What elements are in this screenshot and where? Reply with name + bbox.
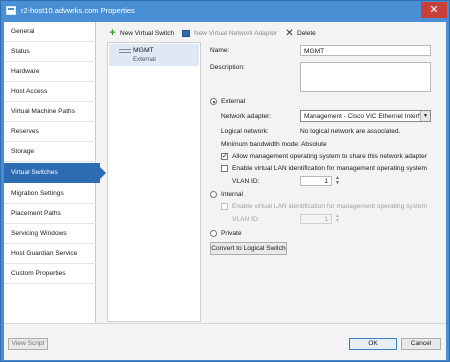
chevron-down-icon: ▼: [420, 111, 430, 121]
navigation-pane: General Status Hardware Host Access Virt…: [4, 22, 106, 323]
title-bar[interactable]: r2-host10.advwrks.com Properties ✕: [1, 1, 449, 21]
ok-button[interactable]: OK: [349, 338, 397, 350]
plus-icon: +: [109, 27, 116, 39]
nav-item-general[interactable]: General: [4, 22, 96, 42]
dialog-footer: View Script OK Cancel: [4, 323, 446, 360]
enable-vlan-label: Enable virtual LAN identification for ma…: [232, 165, 427, 172]
nav-item-custom-properties[interactable]: Custom Properties: [4, 264, 96, 284]
description-field[interactable]: [300, 62, 431, 92]
nav-item-host-access[interactable]: Host Access: [4, 82, 96, 102]
network-adapter-label: Network adapter:: [221, 113, 272, 120]
internal-vlan-id-spinner[interactable]: ▲ ▼: [335, 214, 340, 224]
virtual-switch-list: MGMT External: [107, 42, 201, 322]
network-adapter-dropdown[interactable]: Management - Cisco VIC Ethernet Interfa …: [300, 110, 431, 122]
vlan-id-spinner[interactable]: ▲ ▼: [335, 176, 340, 186]
internal-vlan-id-label: VLAN ID:: [232, 216, 260, 223]
internal-label: Internal: [221, 191, 243, 198]
internal-enable-vlan-label: Enable virtual LAN identification for ma…: [232, 203, 427, 210]
switch-list-item[interactable]: MGMT External: [109, 44, 199, 66]
cancel-button[interactable]: Cancel: [401, 338, 441, 350]
name-label: Name:: [210, 47, 230, 54]
nav-item-reserves[interactable]: Reserves: [4, 122, 96, 142]
internal-radio[interactable]: [210, 191, 217, 198]
logical-network-label: Logical network:: [221, 128, 269, 135]
nav-item-servicing-windows[interactable]: Servicing Windows: [4, 224, 96, 244]
logical-network-value: No logical network are associated.: [300, 128, 401, 135]
window-title: r2-host10.advwrks.com Properties: [21, 6, 135, 15]
vlan-id-label: VLAN ID:: [232, 178, 260, 185]
switch-properties-panel: Name: MGMT Description: External Network…: [201, 42, 443, 322]
nav-item-storage[interactable]: Storage: [4, 142, 96, 162]
private-label: Private: [221, 230, 242, 237]
description-label: Description:: [210, 64, 245, 71]
nav-item-host-guardian-service[interactable]: Host Guardian Service: [4, 244, 96, 264]
virtual-switch-icon: [119, 49, 131, 53]
external-radio[interactable]: [210, 98, 217, 105]
window-app-icon: [6, 6, 16, 15]
switch-toolbar: + New Virtual Switch New Virtual Network…: [100, 28, 440, 40]
min-bandwidth-value: Absolute: [301, 141, 327, 148]
nav-item-virtual-switches[interactable]: Virtual Switches: [4, 163, 106, 183]
view-script-button[interactable]: View Script: [8, 338, 48, 350]
convert-to-logical-switch-button[interactable]: Convert to Logical Switch: [210, 242, 287, 255]
x-icon: ✕: [285, 28, 294, 39]
allow-management-label: Allow management operating system to sha…: [232, 153, 427, 160]
network-adapter-value: Management - Cisco VIC Ethernet Interfa: [304, 113, 424, 120]
new-virtual-switch-label: New Virtual Switch: [120, 30, 175, 37]
min-bandwidth-label: Minimum bandwidth mode:: [221, 141, 300, 148]
internal-vlan-id-input[interactable]: 1: [300, 214, 332, 224]
close-button[interactable]: ✕: [421, 2, 447, 18]
network-adapter-icon: [182, 30, 190, 37]
external-label: External: [221, 98, 246, 105]
properties-window: r2-host10.advwrks.com Properties ✕ Gener…: [0, 0, 450, 362]
delete-label: Delete: [297, 30, 316, 37]
dialog-body: General Status Hardware Host Access Virt…: [4, 22, 446, 360]
new-virtual-network-adapter-label: New Virtual Network Adapter: [194, 30, 277, 37]
nav-item-status[interactable]: Status: [4, 42, 96, 62]
allow-management-checkbox[interactable]: ✓: [221, 153, 228, 160]
vlan-id-input[interactable]: 1: [300, 176, 332, 186]
enable-vlan-checkbox[interactable]: [221, 165, 228, 172]
nav-item-virtual-machine-paths[interactable]: Virtual Machine Paths: [4, 102, 96, 122]
nav-item-hardware[interactable]: Hardware: [4, 62, 96, 82]
nav-item-placement-paths[interactable]: Placement Paths: [4, 204, 96, 224]
switch-name: MGMT: [133, 47, 154, 54]
internal-enable-vlan-checkbox[interactable]: [221, 203, 228, 210]
switch-type: External: [133, 56, 156, 63]
name-field[interactable]: MGMT: [300, 45, 431, 56]
nav-item-migration-settings[interactable]: Migration Settings: [4, 184, 96, 204]
private-radio[interactable]: [210, 230, 217, 237]
